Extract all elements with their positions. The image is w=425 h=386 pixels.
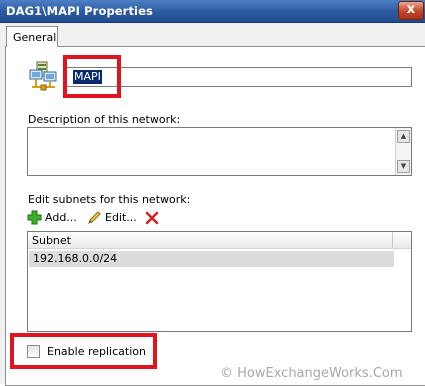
- properties-dialog: DAG1\MAPI Properties General MAPI Descri…: [0, 0, 425, 386]
- description-label: Description of this network:: [28, 113, 181, 126]
- description-scrollbar[interactable]: ▲ ▼: [395, 128, 411, 175]
- column-header-subnet[interactable]: Subnet: [28, 232, 393, 248]
- pencil-icon: [88, 211, 101, 224]
- window-title: DAG1\MAPI Properties: [6, 4, 153, 18]
- subnets-list-header: Subnet: [28, 232, 411, 249]
- scroll-down-icon[interactable]: ▼: [397, 160, 410, 173]
- subnets-label: Edit subnets for this network:: [28, 193, 191, 206]
- title-bar[interactable]: DAG1\MAPI Properties: [0, 0, 425, 23]
- edit-subnet-label: Edit...: [105, 211, 137, 224]
- remove-subnet-button[interactable]: [145, 210, 159, 226]
- green-plus-icon: [27, 210, 42, 225]
- subnet-cell: 192.168.0.0/24: [33, 252, 118, 265]
- close-button[interactable]: [398, 1, 424, 20]
- red-x-icon: [145, 211, 159, 225]
- annotation-highlight-name: [63, 55, 121, 98]
- add-subnet-button[interactable]: Add...: [27, 210, 77, 226]
- description-textarea[interactable]: ▲ ▼: [27, 127, 412, 176]
- edit-subnet-button[interactable]: Edit...: [87, 210, 139, 226]
- table-row[interactable]: 192.168.0.0/24: [29, 251, 394, 267]
- watermark: © HowExchangeWorks.Com: [220, 366, 403, 381]
- add-subnet-label: Add...: [45, 211, 77, 224]
- tab-general[interactable]: General: [6, 26, 58, 47]
- subnets-list[interactable]: Subnet 192.168.0.0/24: [27, 231, 412, 332]
- subnets-toolbar: Add... Edit...: [27, 208, 227, 228]
- tab-general-label: General: [13, 31, 57, 44]
- annotation-highlight-replication: [10, 333, 157, 369]
- network-server-icon: [29, 61, 57, 91]
- scroll-up-icon[interactable]: ▲: [397, 130, 410, 143]
